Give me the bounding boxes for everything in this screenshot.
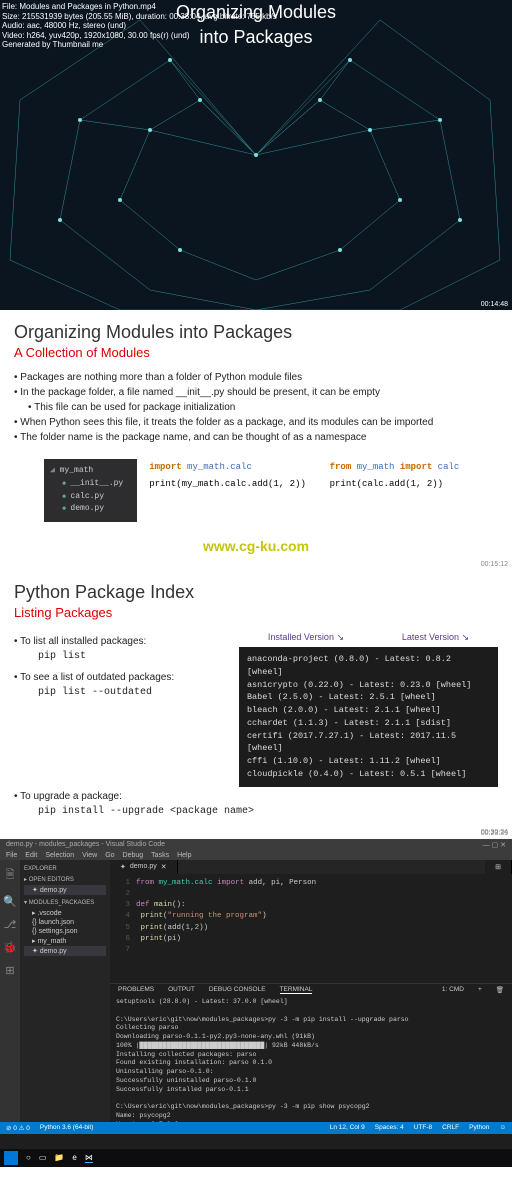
slide1-bullets: Packages are nothing more than a folder … bbox=[14, 372, 498, 443]
tab-demo[interactable]: ✦ demo.py ✕ bbox=[110, 860, 178, 874]
slide2-title: Python Package Index bbox=[14, 582, 498, 603]
search-icon[interactable]: ○ bbox=[26, 1153, 31, 1162]
git-icon[interactable]: ⎇ bbox=[4, 918, 17, 931]
code-example-import: import my_math.calc print(my_math.calc.a… bbox=[149, 459, 317, 522]
debug-icon[interactable]: 🐞 bbox=[3, 941, 17, 954]
pip-commands: To list all installed packages:pip list … bbox=[14, 636, 227, 698]
slide1-timestamp: 00:15:12 bbox=[481, 561, 508, 568]
explorer-icon[interactable]: 📁 bbox=[54, 1153, 64, 1162]
file-tree: my_math __init__.py calc.py demo.py bbox=[44, 459, 137, 522]
integrated-terminal[interactable]: setuptools (28.8.0) - Latest: 37.0.0 [wh… bbox=[110, 996, 512, 1122]
files-icon[interactable]: 🗎 bbox=[6, 866, 15, 885]
video-thumbnail: File: Modules and Packages in Python.mp4… bbox=[0, 0, 512, 310]
vscode-titlebar[interactable]: demo.py - modules_packages - Visual Stud… bbox=[0, 839, 512, 851]
vscode-menubar[interactable]: File Edit Selection View Go Debug Tasks … bbox=[0, 851, 512, 860]
extensions-icon[interactable]: ⊞ bbox=[5, 964, 14, 977]
editor-tabs[interactable]: ✦ demo.py ✕ ⊞ bbox=[110, 860, 512, 874]
slide-pypi: Python Package Index Listing Packages To… bbox=[0, 570, 512, 839]
status-bar[interactable]: ⊘ 0 ⚠ 0 Python 3.6 (64-bit) Ln 12, Col 9… bbox=[0, 1122, 512, 1134]
windows-taskbar[interactable]: ○ ▭ 📁 e ⋈ bbox=[0, 1149, 512, 1167]
search-icon[interactable]: 🔍 bbox=[3, 895, 17, 908]
watermark: www.cg-ku.com bbox=[14, 534, 498, 558]
panel-tabs[interactable]: PROBLEMS OUTPUT DEBUG CONSOLE TERMINAL 1… bbox=[110, 983, 512, 996]
vscode-icon[interactable]: ⋈ bbox=[85, 1153, 93, 1163]
slide2-subtitle: Listing Packages bbox=[14, 605, 498, 620]
trash-icon[interactable]: 🗑 bbox=[496, 986, 504, 994]
explorer-sidebar[interactable]: EXPLORER ▸ OPEN EDITORS ✦ demo.py ▾ MODU… bbox=[20, 860, 110, 1122]
vscode-window: demo.py - modules_packages - Visual Stud… bbox=[0, 839, 512, 1149]
slide1-subtitle: A Collection of Modules bbox=[14, 345, 498, 360]
slide1-title: Organizing Modules into Packages bbox=[14, 322, 498, 343]
plus-icon[interactable]: + bbox=[478, 986, 482, 994]
video-title: Organizing Modules into Packages bbox=[0, 0, 512, 50]
start-button[interactable] bbox=[4, 1151, 18, 1165]
slide-modules-packages: Organizing Modules into Packages A Colle… bbox=[0, 310, 512, 570]
pip-output-terminal: anaconda-project (0.8.0) - Latest: 0.8.2… bbox=[239, 647, 498, 787]
taskview-icon[interactable]: ▭ bbox=[39, 1153, 47, 1162]
window-controls[interactable]: — ▢ ✕ bbox=[483, 841, 506, 849]
edge-icon[interactable]: e bbox=[72, 1153, 76, 1162]
video-timestamp: 00:14:48 bbox=[481, 301, 508, 308]
pip-commands-2: To upgrade a package:pip install --upgra… bbox=[14, 791, 498, 817]
terminal-annotations: Installed Version Latest Version bbox=[239, 632, 498, 643]
split-icon[interactable]: ⊞ bbox=[485, 860, 512, 874]
code-editor[interactable]: 1from my_math.calc import add, pi, Perso… bbox=[110, 874, 512, 983]
open-editor-item[interactable]: ✦ demo.py bbox=[24, 885, 106, 895]
code-example-from-import: from my_math import calc print(calc.add(… bbox=[330, 459, 498, 522]
activity-bar[interactable]: 🗎 🔍 ⎇ 🐞 ⊞ bbox=[0, 860, 20, 1122]
